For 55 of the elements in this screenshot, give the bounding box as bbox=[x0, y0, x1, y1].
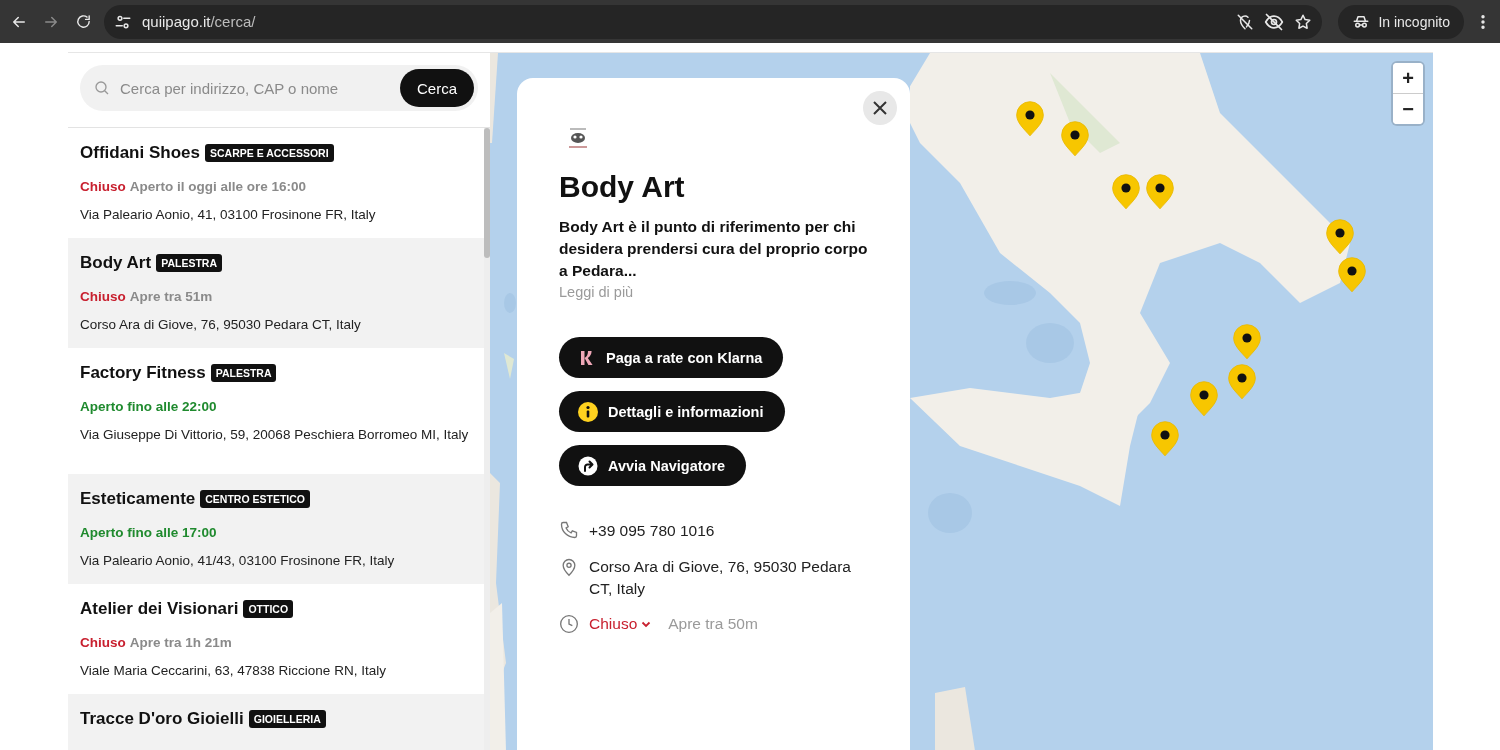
phone-icon bbox=[559, 520, 579, 540]
close-icon bbox=[872, 100, 888, 116]
store-address: Viale Maria Ceccarini, 63, 47838 Riccione RN, Italy bbox=[80, 662, 387, 679]
search-button[interactable]: Cerca bbox=[400, 69, 474, 107]
opening-hours: Apre tra 1h 21m bbox=[129, 635, 232, 650]
category-tag: GIOIELLERIA bbox=[248, 710, 326, 728]
status-label: Chiuso bbox=[80, 289, 126, 304]
address-bar[interactable]: quiipago.it/cerca/ bbox=[104, 4, 1323, 39]
phone-number: +39 095 780 1016 bbox=[589, 521, 716, 541]
action-button[interactable]: Avvia Navigatore bbox=[559, 445, 747, 486]
store-list-item[interactable]: Tracce D'oro Gioielli GIOIELLERIA bbox=[68, 694, 484, 750]
store-name: Tracce D'oro Gioielli bbox=[80, 709, 244, 729]
store-name: Atelier dei Visionari bbox=[80, 599, 239, 619]
store-description: Body Art è il punto di riferimento per chi desidera prendersi cura del proprio corpo a Pedara... bbox=[559, 217, 869, 281]
info-icon bbox=[578, 401, 598, 422]
opening-hours: Aperto il oggi alle ore 16:00 bbox=[129, 179, 307, 194]
clock-icon bbox=[559, 614, 579, 634]
store-name: Offidani Shoes bbox=[80, 143, 200, 163]
location-off-icon[interactable] bbox=[1236, 12, 1255, 31]
bookmark-star-icon[interactable] bbox=[1294, 12, 1313, 31]
close-button[interactable] bbox=[863, 91, 897, 125]
opening-hours: Apre tra 51m bbox=[129, 289, 213, 304]
status-label: Aperto fino alle 22:00 bbox=[80, 399, 217, 414]
store-address: Via Paleario Aonio, 41, 03100 Frosinone FR, Italy bbox=[80, 206, 377, 223]
store-list-item[interactable]: Esteticamente CENTRO ESTETICO Aperto fino alle 17:00 Via Paleario Aonio, 41/43, 03100 Frosinone FR, Italy bbox=[68, 474, 484, 584]
incognito-button[interactable]: In incognito bbox=[1338, 4, 1464, 39]
store-address: Corso Ara di Giove, 76, 95030 Pedara CT, Italy bbox=[589, 557, 852, 599]
action-button[interactable]: Dettagli e informazioni bbox=[559, 391, 785, 432]
category-tag: SCARPE E ACCESSORI bbox=[204, 144, 334, 162]
action-button[interactable]: Paga a rate con Klarna bbox=[559, 337, 784, 378]
hours-toggle[interactable]: Chiuso bbox=[589, 615, 653, 633]
category-tag: CENTRO ESTETICO bbox=[200, 490, 311, 508]
status-label: Chiuso bbox=[80, 179, 126, 194]
search-field[interactable]: Cerca per indirizzo, CAP o nome Cerca bbox=[80, 65, 478, 111]
store-title: Body Art bbox=[559, 170, 686, 204]
category-tag: OTTICO bbox=[243, 600, 294, 618]
store-name: Factory Fitness bbox=[80, 363, 206, 383]
eye-off-icon[interactable] bbox=[1264, 11, 1285, 32]
status-label: Aperto fino alle 17:00 bbox=[80, 525, 217, 540]
store-address: Corso Ara di Giove, 76, 95030 Pedara CT, Italy bbox=[80, 316, 362, 333]
store-name: Esteticamente bbox=[80, 489, 196, 509]
opening-hours: Apre tra 50m bbox=[668, 615, 758, 633]
store-list-item[interactable]: Body Art PALESTRA Chiuso Apre tra 51m Corso Ara di Giove, 76, 95030 Pedara CT, Italy bbox=[68, 238, 484, 348]
store-address: Via Paleario Aonio, 41/43, 03100 Frosinone FR, Italy bbox=[80, 552, 396, 569]
search-icon bbox=[94, 80, 110, 96]
store-list-item[interactable]: Atelier dei Visionari OTTICO Chiuso Apre tra 1h 21m Viale Maria Ceccarini, 63, 47838 Riccione RN, Italy bbox=[68, 584, 484, 694]
scrollbar-thumb[interactable] bbox=[484, 128, 490, 258]
store-address: Via Giuseppe Di Vittorio, 59, 20068 Peschiera Borromeo MI, Italy bbox=[80, 426, 470, 443]
status-label: Chiuso bbox=[80, 635, 126, 650]
store-list-item[interactable]: Offidani Shoes SCARPE E ACCESSORI Chiuso Aperto il oggi alle ore 16:00 Via Paleario Aonio, 41, 03100 Frosinone FR, Italy bbox=[68, 128, 484, 238]
category-tag: PALESTRA bbox=[210, 364, 277, 382]
store-list-item[interactable]: Factory Fitness PALESTRA Aperto fino alle 22:00 Via Giuseppe Di Vittorio, 59, 20068 Peschiera Borromeo MI, Italy bbox=[68, 348, 484, 474]
reload-icon[interactable] bbox=[74, 13, 92, 30]
store-name: Body Art bbox=[80, 253, 152, 273]
category-tag: PALESTRA bbox=[156, 254, 222, 272]
